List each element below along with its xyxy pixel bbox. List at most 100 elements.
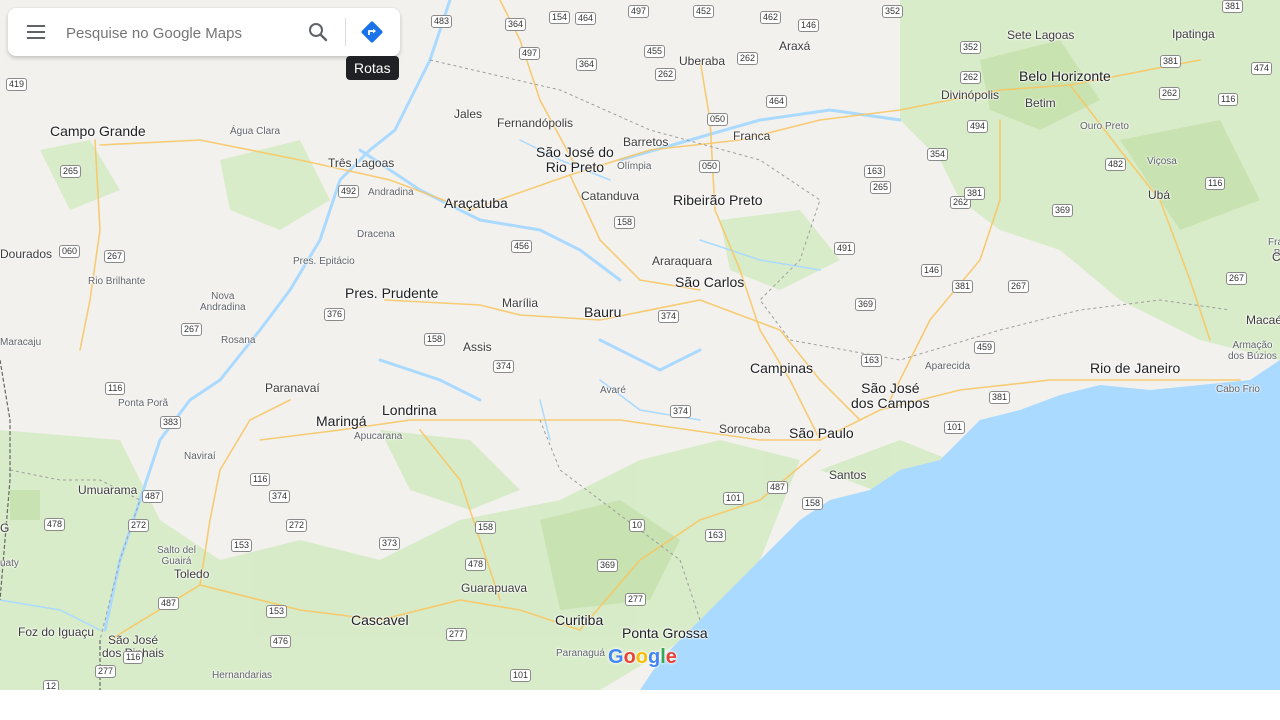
highway-shield: 265 <box>60 165 82 178</box>
city-label[interactable]: Belo Horizonte <box>1019 68 1111 84</box>
highway-shield: 146 <box>798 19 820 32</box>
city-label[interactable]: Maringá <box>316 413 367 429</box>
city-label[interactable]: Barretos <box>623 135 668 149</box>
highway-shield: 267 <box>1226 272 1248 285</box>
highway-shield: 374 <box>269 490 291 503</box>
city-label[interactable]: Araxá <box>779 39 810 53</box>
highway-shield: 487 <box>158 597 180 610</box>
city-label[interactable]: Macaé <box>1246 313 1280 327</box>
city-label[interactable]: Armação dos Búzios <box>1228 340 1277 362</box>
city-label[interactable]: Sete Lagoas <box>1007 28 1074 42</box>
highway-shield: 374 <box>658 310 680 323</box>
city-label[interactable]: Araçatuba <box>444 195 508 211</box>
highway-shield: 452 <box>693 5 715 18</box>
search-button[interactable] <box>306 20 330 44</box>
directions-button[interactable] <box>360 20 384 44</box>
city-label[interactable]: Olímpia <box>617 161 651 172</box>
city-label[interactable]: Paranavaí <box>265 381 320 395</box>
directions-tooltip: Rotas <box>346 56 399 80</box>
city-label[interactable]: Rio Brilhante <box>88 276 145 287</box>
city-label[interactable]: Curitiba <box>555 612 603 628</box>
city-label[interactable]: Londrina <box>382 402 437 418</box>
city-label[interactable]: Salto del Guairá <box>157 545 196 567</box>
city-label[interactable]: Bauru <box>584 304 621 320</box>
city-label[interactable]: Uberaba <box>679 54 725 68</box>
city-label[interactable]: Pres. Prudente <box>345 285 438 301</box>
highway-shield: 116 <box>1218 93 1239 106</box>
city-label[interactable]: uaty <box>0 558 19 569</box>
city-label[interactable]: Divinópolis <box>941 88 999 102</box>
city-label[interactable]: Avaré <box>600 385 626 396</box>
google-logo: Google <box>608 646 677 669</box>
city-label[interactable]: Aparecida <box>925 361 970 372</box>
city-label[interactable]: Ca <box>1272 250 1280 264</box>
city-label[interactable]: Campinas <box>750 360 813 376</box>
city-label[interactable]: São José dos Campos <box>851 380 930 412</box>
city-label[interactable]: Rosana <box>221 335 255 346</box>
highway-shield: 116 <box>123 651 144 664</box>
city-label[interactable]: Guarapuava <box>461 581 527 595</box>
highway-shield: 277 <box>446 628 468 641</box>
highway-shield: 352 <box>960 41 982 54</box>
city-label[interactable]: São José do Rio Preto <box>536 144 614 176</box>
highway-shield: 374 <box>670 405 692 418</box>
city-label[interactable]: Andradina <box>368 187 414 198</box>
map-base-layer <box>0 0 1280 690</box>
city-label[interactable]: Foz do Iguaçu <box>18 625 94 639</box>
city-label[interactable]: Toledo <box>174 567 209 581</box>
highway-shield: 050 <box>707 113 729 126</box>
city-label[interactable]: Ipatinga <box>1172 27 1215 41</box>
city-label[interactable]: Umuarama <box>78 483 137 497</box>
highway-shield: 464 <box>766 95 788 108</box>
city-label[interactable]: Fernandópolis <box>497 116 573 130</box>
city-label[interactable]: Paranaguá <box>556 648 605 659</box>
city-label[interactable]: Água Clara <box>230 126 280 137</box>
menu-icon <box>24 25 48 39</box>
city-label[interactable]: Ubá <box>1148 188 1170 202</box>
city-label[interactable]: Ponta Grossa <box>622 625 708 641</box>
city-label[interactable]: Assis <box>463 340 492 354</box>
city-label[interactable]: Dracena <box>357 229 395 240</box>
highway-shield: 383 <box>160 416 182 429</box>
city-label[interactable]: Cascavel <box>351 612 409 628</box>
city-label[interactable]: Hernandarias <box>212 670 272 681</box>
city-label[interactable]: Maracaju <box>0 337 41 348</box>
city-label[interactable]: Catanduva <box>581 189 639 203</box>
directions-icon <box>361 21 383 43</box>
city-label[interactable]: Naviraí <box>184 451 216 462</box>
search-input[interactable] <box>64 20 288 46</box>
highway-shield: 419 <box>6 78 28 91</box>
menu-button[interactable] <box>24 22 48 42</box>
city-label[interactable]: São Carlos <box>675 274 744 290</box>
google-logo-letter: g <box>648 646 661 668</box>
city-label[interactable]: São Paulo <box>789 425 854 441</box>
city-label[interactable]: Araraquara <box>652 254 712 268</box>
city-label[interactable]: Apucarana <box>354 431 402 442</box>
city-label[interactable]: Viçosa <box>1147 156 1177 167</box>
city-label[interactable]: Franca <box>733 129 770 143</box>
city-label[interactable]: Pres. Epitácio <box>293 256 355 267</box>
city-label[interactable]: Nova Andradina <box>200 291 246 313</box>
highway-shield: 497 <box>628 5 650 18</box>
city-label[interactable]: Betim <box>1025 96 1056 110</box>
city-label[interactable]: Ponta Porã <box>118 398 168 409</box>
city-label[interactable]: Sorocaba <box>719 422 770 436</box>
city-label[interactable]: Campo Grande <box>50 123 146 139</box>
city-label[interactable]: Três Lagoas <box>328 156 394 170</box>
highway-shield: 369 <box>1052 204 1074 217</box>
highway-shield: 267 <box>181 323 203 336</box>
city-label[interactable]: Cabo Frio <box>1216 384 1260 395</box>
city-label[interactable]: G <box>0 521 9 535</box>
city-label[interactable]: Santos <box>829 468 866 482</box>
search-divider <box>345 18 346 46</box>
city-label[interactable]: Dourados <box>0 247 52 261</box>
city-label[interactable]: Marília <box>502 296 538 310</box>
highway-shield: 459 <box>974 341 996 354</box>
city-label[interactable]: Jales <box>454 107 482 121</box>
map-canvas[interactable]: Belo Horizonte Rio de Janeiro São Paulo Cam… <box>0 0 1280 690</box>
city-label[interactable]: Ribeirão Preto <box>673 192 763 208</box>
city-label[interactable]: Ouro Preto <box>1080 121 1129 132</box>
highway-shield: 277 <box>95 665 117 678</box>
highway-shield: 265 <box>870 181 892 194</box>
city-label[interactable]: Rio de Janeiro <box>1090 360 1180 376</box>
